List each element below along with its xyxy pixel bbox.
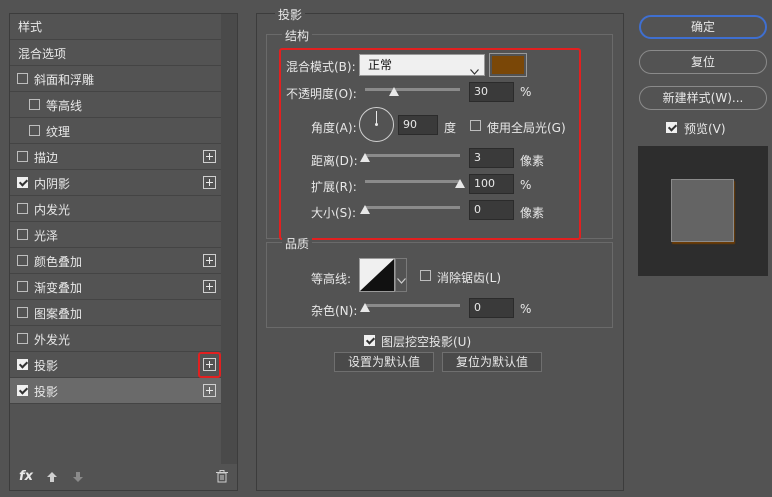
add-effect-icon[interactable] <box>203 280 216 293</box>
chevron-down-icon <box>397 273 406 287</box>
antialias-checkbox[interactable] <box>420 270 431 281</box>
style-item-label: 纹理 <box>46 125 71 139</box>
trash-icon[interactable] <box>216 470 228 486</box>
style-list-item[interactable]: 投影 <box>10 352 221 378</box>
style-list-item[interactable]: 图案叠加 <box>10 300 221 326</box>
style-item-label: 渐变叠加 <box>34 281 83 295</box>
make-default-button[interactable]: 设置为默认值 <box>334 352 434 372</box>
style-enable-checkbox[interactable] <box>17 203 28 214</box>
style-item-label: 内阴影 <box>34 177 71 191</box>
style-list-item[interactable]: 纹理 <box>10 118 221 144</box>
style-list-item[interactable]: 描边 <box>10 144 221 170</box>
style-enable-checkbox[interactable] <box>17 359 28 370</box>
contour-preview-icon <box>360 259 394 291</box>
styles-list-panel: 样式混合选项斜面和浮雕等高线纹理描边内阴影内发光光泽颜色叠加渐变叠加图案叠加外发… <box>9 13 238 491</box>
fx-icon[interactable]: fx <box>19 469 33 484</box>
style-enable-checkbox[interactable] <box>17 229 28 240</box>
quality-title: 品质 <box>282 235 313 252</box>
move-down-icon[interactable] <box>72 471 84 486</box>
noise-slider-thumb[interactable] <box>360 303 370 312</box>
style-item-label: 颜色叠加 <box>34 255 83 269</box>
add-effect-icon[interactable] <box>203 176 216 189</box>
style-item-label: 混合选项 <box>18 47 67 61</box>
style-list-item[interactable]: 斜面和浮雕 <box>10 66 221 92</box>
styles-list-toolbar: fx <box>10 464 237 490</box>
style-item-label: 投影 <box>34 385 59 399</box>
move-up-icon[interactable] <box>46 471 58 486</box>
contour-picker[interactable] <box>359 258 395 292</box>
style-enable-checkbox[interactable] <box>17 177 28 188</box>
noise-input[interactable]: 0 <box>469 298 514 318</box>
add-effect-highlight-box <box>198 352 221 378</box>
style-enable-checkbox[interactable] <box>17 281 28 292</box>
style-enable-checkbox[interactable] <box>29 99 40 110</box>
add-effect-icon[interactable] <box>203 384 216 397</box>
antialias-label: 消除锯齿(L) <box>437 271 502 285</box>
preview-checkbox[interactable] <box>666 122 677 133</box>
style-enable-checkbox[interactable] <box>29 125 40 136</box>
style-list-item[interactable]: 混合选项 <box>10 40 221 66</box>
style-item-label: 等高线 <box>46 99 83 113</box>
style-list-item[interactable]: 颜色叠加 <box>10 248 221 274</box>
style-list-item[interactable]: 外发光 <box>10 326 221 352</box>
preview-swatch <box>671 179 734 242</box>
style-item-label: 斜面和浮雕 <box>34 73 95 87</box>
preview-label: 预览(V) <box>684 122 726 136</box>
reset-button[interactable]: 复位 <box>639 50 767 74</box>
style-item-label: 描边 <box>34 151 59 165</box>
style-item-label: 内发光 <box>34 203 71 217</box>
knockout-label: 图层挖空投影(U) <box>381 335 472 349</box>
style-list-item[interactable]: 投影 <box>10 378 221 404</box>
style-enable-checkbox[interactable] <box>17 73 28 84</box>
style-enable-checkbox[interactable] <box>17 333 28 344</box>
noise-unit: % <box>520 302 532 316</box>
style-list-item[interactable]: 等高线 <box>10 92 221 118</box>
noise-label: 杂色(N): <box>311 304 358 318</box>
new-style-button[interactable]: 新建样式(W)... <box>639 86 767 110</box>
preview-thumbnail <box>638 146 768 276</box>
add-effect-icon[interactable] <box>203 254 216 267</box>
structure-highlight-box <box>279 48 581 240</box>
style-list-item[interactable]: 光泽 <box>10 222 221 248</box>
add-effect-icon[interactable] <box>203 150 216 163</box>
style-list-item[interactable]: 内发光 <box>10 196 221 222</box>
style-enable-checkbox[interactable] <box>17 255 28 266</box>
style-enable-checkbox[interactable] <box>17 385 28 396</box>
section-title: 投影 <box>275 6 306 23</box>
style-item-label: 投影 <box>34 359 59 373</box>
style-enable-checkbox[interactable] <box>17 151 28 162</box>
structure-title: 结构 <box>282 27 313 44</box>
ok-button[interactable]: 确定 <box>639 15 767 39</box>
style-item-label: 光泽 <box>34 229 59 243</box>
reset-default-button[interactable]: 复位为默认值 <box>442 352 542 372</box>
style-list-item[interactable]: 内阴影 <box>10 170 221 196</box>
style-enable-checkbox[interactable] <box>17 307 28 318</box>
knockout-checkbox[interactable] <box>364 335 375 346</box>
contour-dropdown[interactable] <box>395 258 407 292</box>
styles-list-scrollbar[interactable] <box>221 14 237 464</box>
contour-label: 等高线: <box>311 272 352 286</box>
style-list-item[interactable]: 渐变叠加 <box>10 274 221 300</box>
styles-list-header: 样式 <box>10 14 221 40</box>
style-item-label: 外发光 <box>34 333 71 347</box>
noise-slider-track[interactable] <box>365 304 460 307</box>
style-item-label: 图案叠加 <box>34 307 83 321</box>
